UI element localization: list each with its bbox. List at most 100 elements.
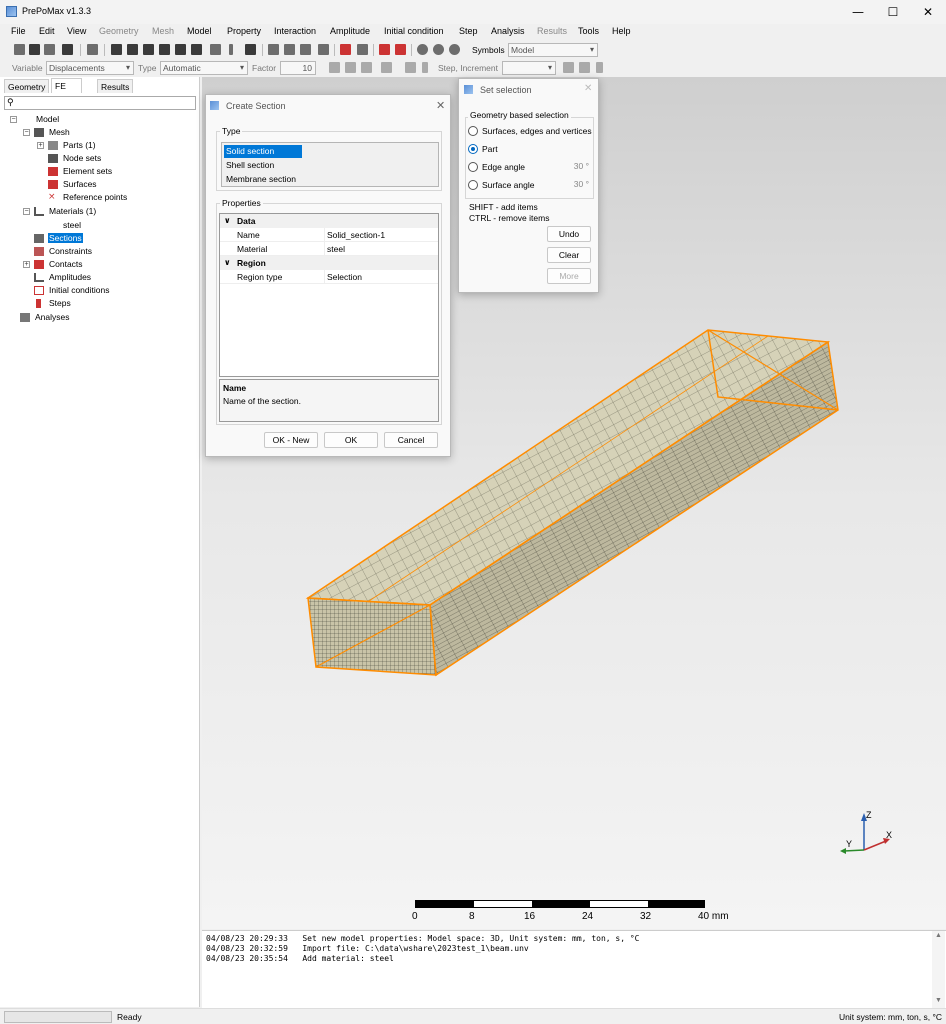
property-row-name[interactable]: Name Solid_section-1 [220,228,438,242]
view-left-icon[interactable] [175,44,186,55]
tree-item-model[interactable]: Model [36,113,59,126]
first-step-icon[interactable] [405,62,416,73]
save-icon[interactable] [62,44,73,55]
view-bottom-icon[interactable] [159,44,170,55]
animation-icon[interactable] [381,62,392,73]
tree-item-steel[interactable]: steel [63,219,81,232]
hide-icon[interactable] [433,44,444,55]
view-normal-icon[interactable] [229,44,233,55]
menu-file[interactable]: File [11,26,26,36]
type-item-membrane[interactable]: Membrane section [224,173,296,186]
menu-step[interactable]: Step [459,26,478,36]
view-iso-icon[interactable] [245,44,256,55]
type-dropdown[interactable]: Automatic [160,61,248,75]
view-front-icon[interactable] [111,44,122,55]
scroll-up-icon[interactable]: ▲ [935,932,942,939]
tab-fe-model[interactable]: FE Model [51,78,83,105]
tree-search-input[interactable]: ⚲ [4,96,196,110]
menu-mesh[interactable]: Mesh [152,26,174,36]
surface-angle-input[interactable]: 30 ° [549,178,591,191]
expand-contacts-icon[interactable]: + [23,261,30,268]
query-icon[interactable] [357,44,368,55]
symbols-dropdown[interactable]: Model [508,43,598,57]
menu-view[interactable]: View [67,26,86,36]
menu-amplitude[interactable]: Amplitude [330,26,370,36]
explode-icon[interactable] [340,44,351,55]
menu-property[interactable]: Property [227,26,261,36]
tree-item-node-sets[interactable]: Node sets [63,152,101,165]
type-item-solid[interactable]: Solid section [224,145,302,158]
output-console[interactable]: 04/08/23 20:29:33 Set new model properti… [202,930,946,1008]
open-icon[interactable] [29,44,40,55]
dialog-close-icon[interactable]: ✕ [436,99,445,112]
menu-geometry[interactable]: Geometry [99,26,139,36]
tree-item-analyses[interactable]: Analyses [35,311,70,324]
section-view-icon[interactable] [318,44,329,55]
property-value[interactable]: Solid_section-1 [324,228,438,242]
menu-edit[interactable]: Edit [39,26,55,36]
color-contours-icon[interactable] [361,62,372,73]
undo-button[interactable]: Undo [547,226,591,242]
tree-item-surfaces[interactable]: Surfaces [63,178,97,191]
view-top-icon[interactable] [143,44,154,55]
radio-surface-angle[interactable] [468,180,478,190]
shaded-icon[interactable] [300,44,311,55]
ok-button[interactable]: OK [324,432,378,448]
menu-results[interactable]: Results [537,26,567,36]
type-list[interactable]: Solid section Shell section Membrane sec… [221,142,439,187]
property-row-region-type[interactable]: Region type Selection [220,270,438,284]
import-icon[interactable] [44,44,55,55]
menu-analysis[interactable]: Analysis [491,26,525,36]
scroll-down-icon[interactable]: ▼ [935,997,942,1004]
collapse-model-icon[interactable]: − [10,116,17,123]
category-region[interactable]: ∨ Region [220,256,438,270]
console-scrollbar[interactable]: ▲ ▼ [932,931,945,1008]
category-data[interactable]: ∨ Data [220,214,438,228]
close-button[interactable]: ✕ [905,0,946,24]
menu-model[interactable]: Model [187,26,212,36]
type-item-shell[interactable]: Shell section [224,159,274,172]
deselect-icon[interactable] [395,44,406,55]
deformed-icon[interactable] [345,62,356,73]
tab-geometry[interactable]: Geometry [4,79,50,93]
tree-item-mesh[interactable]: Mesh [49,126,70,139]
tree-item-element-sets[interactable]: Element sets [63,165,112,178]
last-step-icon[interactable] [579,62,590,73]
zoom-icon[interactable] [87,44,98,55]
play-icon[interactable] [596,62,603,73]
tab-results[interactable]: Results [97,79,134,93]
property-row-material[interactable]: Material steel [220,242,438,256]
tree-item-reference-points[interactable]: Reference points [63,191,127,204]
radio-surfaces-edges-vertices[interactable] [468,126,478,136]
tree-item-materials[interactable]: Materials (1) [49,205,96,218]
property-value[interactable]: steel [324,242,438,256]
tree-item-parts[interactable]: Parts (1) [63,139,96,152]
tree-item-amplitudes[interactable]: Amplitudes [49,271,91,284]
next-step-icon[interactable] [563,62,574,73]
dialog-close-icon[interactable]: ✕ [584,83,592,94]
collapse-materials-icon[interactable]: − [23,208,30,215]
select-icon[interactable] [379,44,390,55]
show-only-icon[interactable] [449,44,460,55]
edge-angle-input[interactable]: 30 ° [549,160,591,173]
previous-step-icon[interactable] [422,62,428,73]
view-plane-icon[interactable] [210,44,221,55]
cancel-button[interactable]: Cancel [384,432,438,448]
variable-dropdown[interactable]: Displacements [46,61,134,75]
radio-part[interactable] [468,144,478,154]
tree-item-sections[interactable]: Sections [48,232,83,245]
clear-button[interactable]: Clear [547,247,591,263]
step-increment-dropdown[interactable] [502,61,556,75]
wireframe-icon[interactable] [268,44,279,55]
show-icon[interactable] [417,44,428,55]
menu-initial-condition[interactable]: Initial condition [384,26,444,36]
expand-parts-icon[interactable]: + [37,142,44,149]
more-button[interactable]: More [547,268,591,284]
collapse-mesh-icon[interactable]: − [23,129,30,136]
property-grid[interactable]: ∨ Data Name Solid_section-1 Material ste… [219,213,439,377]
menu-tools[interactable]: Tools [578,26,599,36]
tree-item-contacts[interactable]: Contacts [49,258,83,271]
undeformed-icon[interactable] [329,62,340,73]
tree-item-constraints[interactable]: Constraints [49,245,92,258]
property-value[interactable]: Selection [324,270,438,284]
